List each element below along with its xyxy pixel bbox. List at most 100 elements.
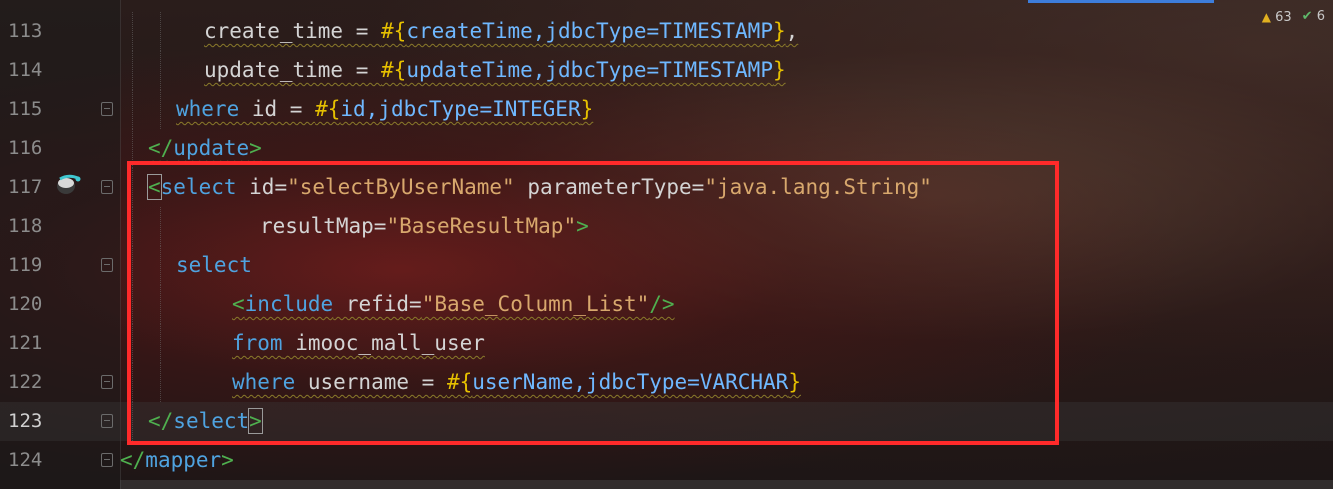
code-token: refid=: [333, 292, 422, 316]
indent-guide: [132, 90, 134, 129]
indent-guide: [132, 129, 134, 168]
bean-mapper-icon[interactable]: [54, 170, 82, 198]
code-token: >: [248, 408, 263, 434]
code-line[interactable]: 113 create_time = #{createTime,jdbcType=T…: [0, 12, 1333, 51]
code-text[interactable]: select: [176, 246, 252, 285]
horizontal-scrollbar[interactable]: [120, 480, 1333, 489]
line-number[interactable]: 122: [8, 363, 48, 402]
code-token: include: [244, 292, 334, 316]
code-line[interactable]: 116 </update>: [0, 129, 1333, 168]
code-text[interactable]: <select id="selectByUserName" parameterT…: [147, 168, 932, 207]
code-text[interactable]: update_time = #{updateTime,jdbcType=TIME…: [204, 51, 786, 90]
code-token: userName,jdbcType=VARCHAR: [472, 370, 789, 394]
indent-guide: [132, 51, 134, 90]
line-number[interactable]: 114: [8, 51, 48, 90]
code-token: }: [772, 58, 786, 82]
code-token: "BaseResultMap": [386, 214, 577, 238]
code-line[interactable]: 123 </select>: [0, 402, 1333, 441]
code-token: id =: [239, 97, 316, 121]
code-line[interactable]: 120 <include refid="Base_Column_List"/>: [0, 285, 1333, 324]
code-line[interactable]: 118 resultMap="BaseResultMap">: [0, 207, 1333, 246]
code-token: updateTime,jdbcType=TIMESTAMP: [406, 58, 773, 82]
code-token: id,jdbcType=INTEGER: [340, 97, 581, 121]
code-text[interactable]: </update>: [148, 129, 262, 168]
indent-guide: [160, 324, 162, 363]
code-token: #{: [315, 97, 341, 121]
line-number[interactable]: 113: [8, 12, 48, 51]
code-token: />: [649, 292, 675, 316]
code-token: <: [232, 292, 245, 316]
code-token: #{: [381, 19, 407, 43]
indent-guide: [160, 51, 162, 90]
code-text[interactable]: from imooc_mall_user: [232, 324, 485, 363]
code-token: resultMap=: [260, 214, 387, 238]
indent-guide: [132, 246, 134, 285]
code-text[interactable]: resultMap="BaseResultMap">: [260, 207, 589, 246]
line-number[interactable]: 118: [8, 207, 48, 246]
code-line[interactable]: 114 update_time = #{updateTime,jdbcType=T…: [0, 51, 1333, 90]
code-token: #{: [381, 58, 407, 82]
code-text[interactable]: create_time = #{createTime,jdbcType=TIME…: [204, 12, 798, 51]
code-token: #{: [446, 370, 473, 394]
line-number[interactable]: 124: [8, 441, 48, 480]
indent-guide: [132, 207, 134, 246]
code-token: >: [249, 136, 262, 160]
code-token: "java.lang.String": [704, 175, 932, 199]
code-text[interactable]: where username = #{userName,jdbcType=VAR…: [232, 363, 801, 402]
line-number[interactable]: 117: [8, 168, 48, 207]
fold-toggle-icon[interactable]: [101, 180, 113, 194]
code-text[interactable]: <include refid="Base_Column_List"/>: [232, 285, 675, 324]
code-token: </: [120, 448, 146, 472]
code-token: username =: [295, 370, 447, 394]
code-token: "Base_Column_List": [421, 292, 650, 316]
code-token: update_time =: [204, 58, 382, 82]
code-token: select: [176, 253, 252, 277]
fold-toggle-icon[interactable]: [101, 414, 113, 428]
code-text[interactable]: </select>: [148, 402, 263, 441]
line-number[interactable]: 123: [8, 402, 48, 441]
indent-guide: [132, 168, 134, 207]
code-token: }: [772, 19, 786, 43]
code-token: createTime,jdbcType=TIMESTAMP: [406, 19, 773, 43]
indent-guide: [160, 246, 162, 285]
indent-guide: [160, 90, 162, 129]
code-token: </: [148, 409, 174, 433]
line-number[interactable]: 120: [8, 285, 48, 324]
code-token: imooc_mall_user: [282, 331, 485, 355]
code-token: ,: [785, 19, 799, 43]
line-number[interactable]: 116: [8, 129, 48, 168]
tab-accent-bar: [1028, 0, 1214, 3]
indent-guide: [160, 363, 162, 402]
code-token: update: [173, 136, 250, 160]
code-token: from: [232, 331, 283, 355]
code-line[interactable]: 121 from imooc_mall_user: [0, 324, 1333, 363]
code-token: }: [788, 370, 801, 394]
code-line[interactable]: 122 where username = #{userName,jdbcType=…: [0, 363, 1333, 402]
code-token: >: [221, 448, 234, 472]
indent-guide: [132, 363, 134, 402]
fold-toggle-icon[interactable]: [101, 102, 113, 116]
code-text[interactable]: </mapper>: [120, 441, 234, 480]
fold-toggle-icon[interactable]: [101, 375, 113, 389]
code-token: <: [147, 174, 162, 200]
line-number[interactable]: 119: [8, 246, 48, 285]
code-token: mapper: [145, 448, 222, 472]
code-line[interactable]: 119 select: [0, 246, 1333, 285]
code-token: >: [576, 214, 589, 238]
indent-guide: [160, 12, 162, 51]
fold-toggle-icon[interactable]: [101, 258, 113, 272]
code-token: where: [176, 97, 240, 121]
fold-toggle-icon[interactable]: [101, 453, 113, 467]
line-number[interactable]: 121: [8, 324, 48, 363]
code-token: </: [148, 136, 174, 160]
line-number[interactable]: 115: [8, 90, 48, 129]
code-line[interactable]: 115 where id = #{id,jdbcType=INTEGER}: [0, 90, 1333, 129]
code-line[interactable]: 124 </mapper>: [0, 441, 1333, 480]
code-token: }: [580, 97, 594, 121]
code-token: create_time =: [204, 19, 382, 43]
code-text[interactable]: where id = #{id,jdbcType=INTEGER}: [176, 90, 593, 129]
code-editor[interactable]: ▲ 63 ✔ 6 113 create_time = #{createTime,j…: [0, 0, 1333, 489]
code-line[interactable]: 117 <select id="selectByUserName" paramet…: [0, 168, 1333, 207]
indent-guide: [132, 285, 134, 324]
code-token: select: [173, 409, 250, 433]
